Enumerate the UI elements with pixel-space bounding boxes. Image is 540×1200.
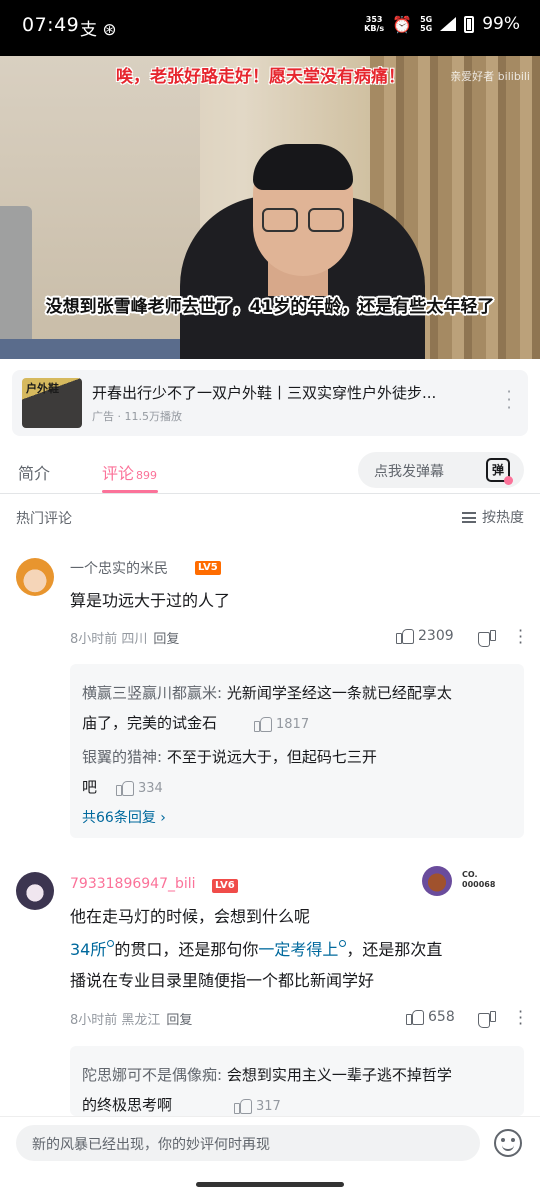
- comment-username[interactable]: 79331896947_bili: [70, 876, 196, 892]
- thumb-down-icon[interactable]: [478, 1010, 496, 1028]
- reply-item: 银翼的猎神: 不至于说远大于，但起码七三开: [82, 748, 377, 766]
- notification-icons: 支 ⊛: [80, 20, 117, 40]
- sort-button[interactable]: 按热度: [462, 507, 524, 527]
- video-subtitle: 没想到张雪峰老师去世了，41岁的年龄，还是有些太年轻了: [45, 297, 495, 317]
- more-vertical-icon[interactable]: · · ·: [506, 384, 512, 416]
- network-speed: 353 KB/s: [364, 15, 385, 33]
- avatar[interactable]: [16, 558, 54, 596]
- comment-meta: 8小时前 黑龙江 回复: [70, 1013, 193, 1028]
- comment-sort-row: 热门评论 按热度: [0, 500, 540, 532]
- reply-like[interactable]: 1817: [254, 715, 309, 733]
- comment-content: 播说在专业目录里随便指一个都比新闻学好: [70, 971, 375, 990]
- comment-content: 34所 的贯口，还是那句你一定考得上 ，还是那次直: [70, 940, 443, 959]
- comment-placeholder: 新的风暴已经出现，你的妙评何时再现: [32, 1137, 270, 1153]
- danmaku-toggle-icon[interactable]: 弹: [486, 458, 513, 485]
- reply-button[interactable]: 回复: [153, 632, 179, 647]
- battery-icon: [464, 15, 475, 33]
- thumb-up-icon: [396, 627, 414, 645]
- danmaku-input[interactable]: 点我发弹幕 弹: [358, 452, 524, 488]
- bilibili-watermark: 亲爱好者 bilibili: [450, 70, 530, 83]
- battery-percent: 99%: [482, 14, 520, 34]
- video-glasses-right: [308, 208, 344, 232]
- reply-item: 陀思娜可不是偶像痴: 会想到实用主义一辈子逃不掉哲学: [82, 1066, 452, 1084]
- comment-content: 算是功远大于过的人了: [70, 591, 231, 610]
- reply-preview-box[interactable]: 陀思娜可不是偶像痴: 会想到实用主义一辈子逃不掉哲学 的终极思考啊 317: [70, 1046, 524, 1116]
- thumb-up-icon: [116, 779, 134, 797]
- danmaku-placeholder: 点我发弹幕: [374, 464, 444, 480]
- search-link[interactable]: 一定考得上: [258, 940, 338, 959]
- video-player[interactable]: 唉，老张好路走好！愿天堂没有病痛！ 亲爱好者 bilibili 没想到张雪峰老师…: [0, 56, 540, 359]
- reply-button[interactable]: 回复: [166, 1013, 192, 1028]
- search-link[interactable]: 34所: [70, 940, 106, 959]
- video-glasses-left: [262, 208, 298, 232]
- status-time: 07:49: [22, 14, 80, 36]
- video-scene-door: [0, 206, 32, 359]
- more-vertical-icon[interactable]: · · ·: [518, 623, 523, 651]
- tab-active-indicator: [102, 490, 158, 493]
- ad-subtitle: 广告 · 11.5万播放: [92, 410, 182, 423]
- status-bar: 07:49 支 ⊛ 353 KB/s ⏰ 5G 5G 99%: [0, 0, 540, 56]
- tab-comments[interactable]: 评论 899: [102, 460, 157, 484]
- level-badge: LV5: [195, 561, 221, 575]
- more-replies-link[interactable]: 共66条回复 ›: [82, 807, 166, 827]
- network-type: 5G 5G: [420, 15, 433, 33]
- thumb-up-icon: [406, 1008, 424, 1026]
- like-button[interactable]: 658: [406, 1008, 455, 1026]
- video-person-hair: [253, 144, 353, 190]
- ad-title: 开春出行少不了一双户外鞋丨三双实穿性户外徒步...: [92, 384, 437, 402]
- reply-like[interactable]: 334: [116, 779, 163, 797]
- signal-icon: [440, 17, 457, 31]
- fan-decoration[interactable]: CO. 000068: [422, 866, 512, 896]
- decoration-icon: [422, 866, 452, 896]
- reply-item-cont: 吧: [82, 778, 98, 796]
- sort-icon: [462, 511, 476, 523]
- more-vertical-icon[interactable]: · · ·: [518, 1004, 523, 1032]
- home-indicator[interactable]: [196, 1182, 344, 1187]
- reply-item: 横赢三竖赢川都赢米: 光新闻学圣经这一条就已经配享太: [82, 684, 452, 702]
- avatar[interactable]: [16, 872, 54, 910]
- thumb-down-icon[interactable]: [478, 629, 496, 647]
- status-right: 353 KB/s ⏰ 5G 5G 99%: [364, 14, 520, 34]
- hot-comments-label: 热门评论: [16, 511, 72, 527]
- ad-card[interactable]: 户外鞋 开春出行少不了一双户外鞋丨三双实穿性户外徒步... 广告 · 11.5万…: [12, 370, 528, 436]
- thumb-up-icon: [234, 1097, 252, 1115]
- reply-preview-box[interactable]: 横赢三竖赢川都赢米: 光新闻学圣经这一条就已经配享太 庙了，完美的试金石 181…: [70, 664, 524, 838]
- level-badge: LV6: [212, 879, 238, 893]
- emoji-icon[interactable]: [494, 1129, 522, 1157]
- comment-username[interactable]: 一个忠实的米民: [70, 558, 168, 578]
- bottom-comment-bar: 新的风暴已经出现，你的妙评何时再现: [0, 1116, 540, 1200]
- reply-item-cont: 庙了，完美的试金石: [82, 714, 218, 732]
- tab-intro[interactable]: 简介: [18, 460, 50, 484]
- thumb-up-icon: [254, 715, 272, 733]
- comment-meta: 8小时前 四川 回复: [70, 632, 180, 647]
- comment-content: 他在走马灯的时候，会想到什么呢: [70, 907, 311, 926]
- reply-like[interactable]: 317: [234, 1097, 281, 1115]
- decoration-number: CO. 000068: [462, 870, 496, 889]
- alarm-icon: ⏰: [392, 14, 413, 34]
- comment-input[interactable]: 新的风暴已经出现，你的妙评何时再现: [16, 1125, 480, 1161]
- danmaku-text: 唉，老张好路走好！愿天堂没有病痛！: [116, 67, 405, 87]
- ad-thumbnail: 户外鞋: [22, 378, 82, 428]
- like-button[interactable]: 2309: [396, 627, 454, 645]
